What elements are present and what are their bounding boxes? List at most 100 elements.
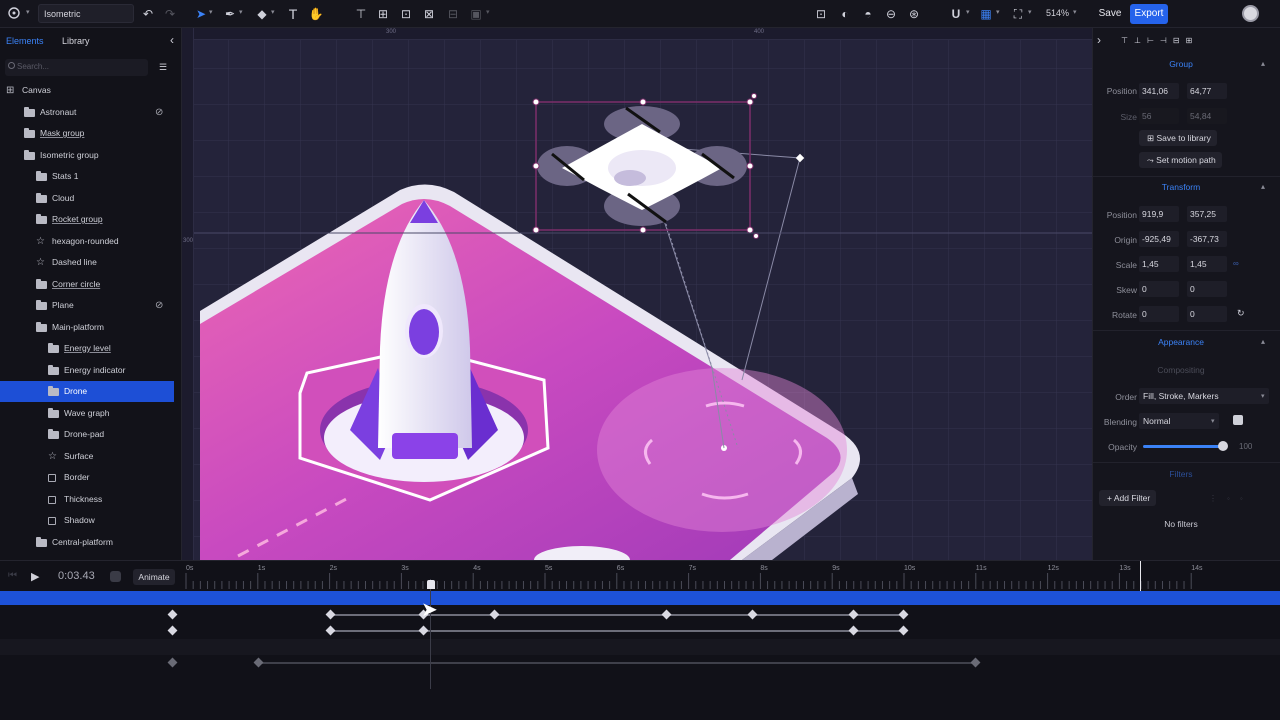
hand-tool-icon[interactable]: ✋ <box>308 6 324 22</box>
document-name-field[interactable]: Isometric <box>38 4 134 23</box>
chevron-down-icon[interactable]: ▾ <box>209 8 213 16</box>
skip-back-icon[interactable]: ⏮ <box>8 570 17 581</box>
align-top-icon[interactable]: ⊤ <box>353 6 369 22</box>
origin-x[interactable]: -925,49 <box>1139 231 1179 247</box>
layer-item[interactable]: Corner circle <box>0 274 174 295</box>
group-position-x[interactable]: 341,06 <box>1139 83 1179 99</box>
align-icons[interactable]: ⊤⊥⊢⊣⊟⊞ <box>1121 36 1198 45</box>
grid-icon[interactable]: ▦ <box>978 6 994 22</box>
text-tool-icon[interactable]: T <box>285 6 301 22</box>
collapse-panel-icon[interactable]: › <box>1097 33 1101 47</box>
chevron-down-icon[interactable]: ▾ <box>1073 8 1077 16</box>
select-tool-icon[interactable]: ➤ <box>193 6 209 22</box>
design-canvas[interactable] <box>182 28 1092 560</box>
layer-item[interactable]: Isometric group <box>0 145 174 166</box>
chevron-down-icon[interactable]: ▾ <box>26 8 30 16</box>
scale-y[interactable]: 1,45 <box>1187 256 1227 272</box>
playhead-handle[interactable] <box>427 580 435 589</box>
save-button[interactable]: Save <box>1096 5 1124 23</box>
transform-position-y[interactable]: 357,25 <box>1187 206 1227 222</box>
group-icon[interactable]: ⊠ <box>421 6 437 22</box>
keyframe[interactable] <box>898 625 909 636</box>
chevron-down-icon[interactable]: ▾ <box>486 8 490 16</box>
keyframe[interactable] <box>325 625 336 636</box>
current-time[interactable]: 0:03.43 <box>58 570 95 582</box>
chevron-up-icon[interactable]: ▴ <box>1261 182 1265 191</box>
selected-track[interactable] <box>0 591 1280 605</box>
keyframe[interactable] <box>661 609 672 620</box>
app-menu-icon[interactable] <box>6 6 22 22</box>
chevron-down-icon[interactable]: ▾ <box>996 8 1000 16</box>
mask-icon[interactable]: ◐ <box>837 6 853 22</box>
keyframe[interactable] <box>325 609 336 620</box>
track-row[interactable] <box>0 655 1280 671</box>
timeline-ruler[interactable]: 0s 1s 2s 3s 4s 5s 6s 7s 8s 9s 10s 11s 12s 13s 14s <box>182 563 1280 589</box>
zoom-level[interactable]: 514% <box>1046 8 1069 18</box>
keyframe[interactable] <box>747 609 758 620</box>
keyframe[interactable] <box>167 657 178 668</box>
subtract-icon[interactable]: ⊖ <box>883 6 899 22</box>
layer-item[interactable]: Energy level <box>0 338 174 359</box>
keyframe[interactable] <box>848 609 859 620</box>
group-size-h[interactable]: 54,84 <box>1187 108 1227 124</box>
eye-off-icon[interactable]: ⊘ <box>155 295 163 316</box>
chevron-down-icon[interactable]: ▾ <box>1028 8 1032 16</box>
keyframe[interactable] <box>489 609 500 620</box>
layer-item[interactable]: Drone-pad <box>0 424 174 445</box>
rotate-y[interactable]: 0 <box>1187 306 1227 322</box>
record-icon[interactable] <box>110 571 121 582</box>
chevron-down-icon[interactable]: ▾ <box>966 8 970 16</box>
keyframe[interactable] <box>418 625 429 636</box>
avatar[interactable] <box>1242 5 1259 22</box>
keyframe[interactable] <box>253 657 264 668</box>
tab-library[interactable]: Library <box>62 36 90 46</box>
filter-icon[interactable]: ☰ <box>159 62 167 73</box>
layer-item[interactable]: Wave graph <box>0 403 174 424</box>
keyframe[interactable] <box>898 609 909 620</box>
track-row[interactable] <box>0 639 1280 655</box>
tab-elements[interactable]: Elements <box>6 36 44 46</box>
chevron-up-icon[interactable]: ▴ <box>1261 59 1265 68</box>
layer-item[interactable]: Central-platform <box>0 532 174 553</box>
keyframe[interactable] <box>167 625 178 636</box>
layer-item[interactable]: ⊞ Canvas <box>0 80 174 101</box>
rotate-x[interactable]: 0 <box>1139 306 1179 322</box>
fullscreen-icon[interactable]: ⛶ <box>1010 6 1026 22</box>
intersect-icon[interactable]: ⊛ <box>906 6 922 22</box>
chevron-up-icon[interactable]: ▴ <box>1261 337 1265 346</box>
opacity-slider[interactable] <box>1143 445 1223 448</box>
layer-item[interactable]: Stats 1 <box>0 166 174 187</box>
layer-item[interactable]: Drone <box>0 381 174 402</box>
set-motion-path-button[interactable]: ⤳ Set motion path <box>1139 152 1222 168</box>
layer-item[interactable]: ☆ Dashed line <box>0 252 174 273</box>
rotate-icon[interactable]: ↻ <box>1237 308 1245 319</box>
transform-position-x[interactable]: 919,9 <box>1139 206 1179 222</box>
layer-item[interactable]: Shadow <box>0 510 174 531</box>
order-select[interactable]: Fill, Stroke, Markers <box>1139 388 1269 404</box>
link-icon[interactable]: ∞ <box>1233 259 1239 268</box>
layer-item[interactable]: Mask group <box>0 123 174 144</box>
layer-item[interactable]: ☆ hexagon-rounded <box>0 231 174 252</box>
opacity-value[interactable]: 100 <box>1239 442 1252 451</box>
chevron-down-icon[interactable]: ▾ <box>1211 417 1215 425</box>
pen-tool-icon[interactable]: ✒ <box>222 6 238 22</box>
align-middle-icon[interactable]: ⊞ <box>375 6 391 22</box>
redo-icon[interactable]: ↷ <box>162 6 178 22</box>
layer-item[interactable]: Rocket group <box>0 209 174 230</box>
arrange-icon[interactable]: ▣ <box>468 6 484 22</box>
keyframe[interactable] <box>167 609 178 620</box>
skew-x[interactable]: 0 <box>1139 281 1179 297</box>
track-row[interactable] <box>0 623 1280 639</box>
layer-item[interactable]: Main-platform <box>0 317 174 338</box>
layer-item[interactable]: Border <box>0 467 174 488</box>
ungroup-icon[interactable]: ⊟ <box>445 6 461 22</box>
animate-button[interactable]: Animate <box>133 569 175 585</box>
add-filter-button[interactable]: + Add Filter <box>1099 490 1157 506</box>
search-input[interactable]: Search... <box>5 59 148 76</box>
chevron-down-icon[interactable]: ▾ <box>1261 392 1265 400</box>
origin-y[interactable]: -367,73 <box>1187 231 1227 247</box>
eye-off-icon[interactable]: ⊘ <box>155 102 163 123</box>
chevron-down-icon[interactable]: ▾ <box>239 8 243 16</box>
isolate-checkbox[interactable] <box>1233 415 1243 425</box>
group-size-w[interactable]: 56 <box>1139 108 1179 124</box>
